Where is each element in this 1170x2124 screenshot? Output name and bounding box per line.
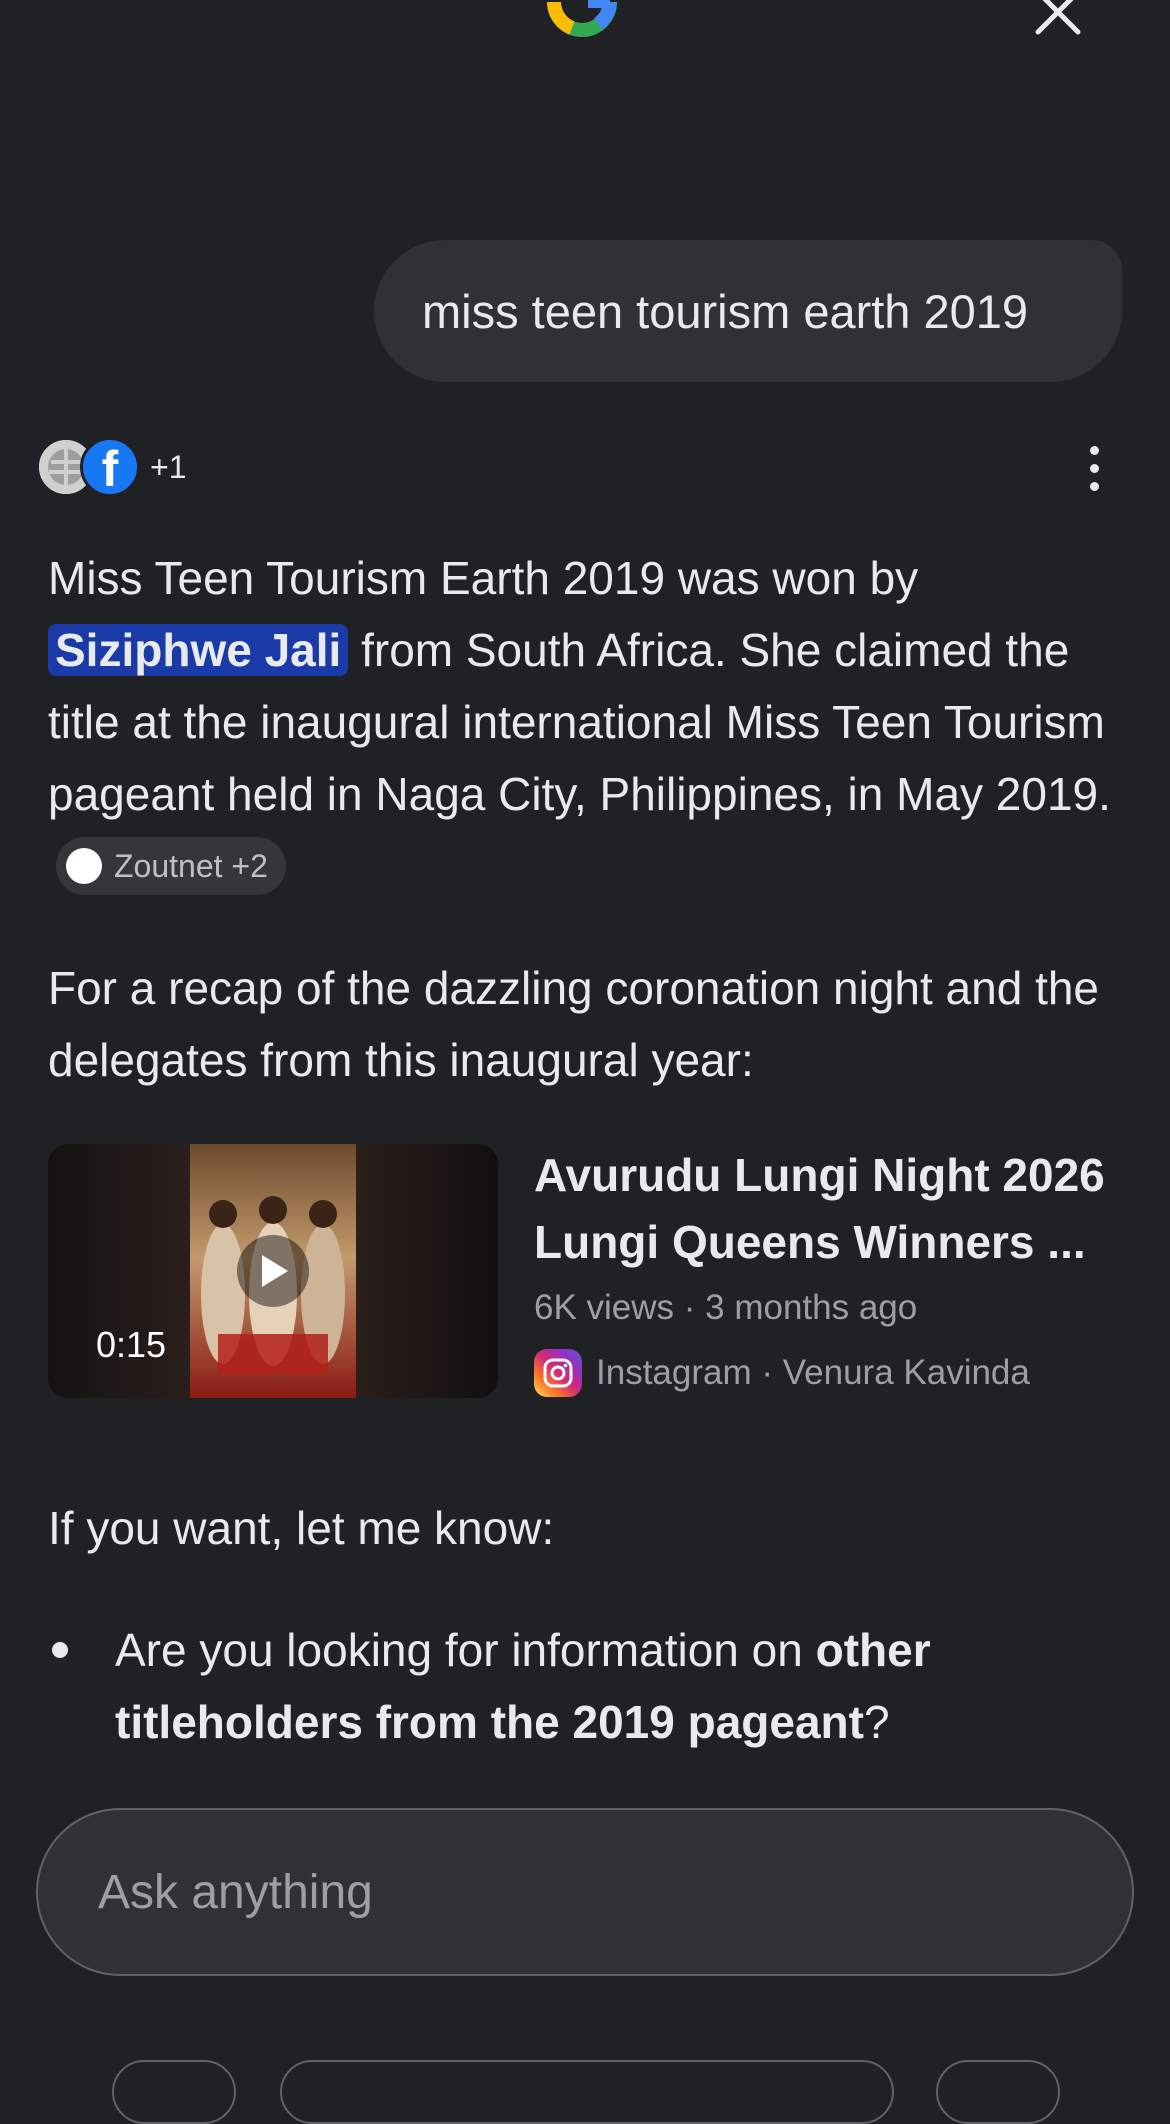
facebook-icon: f [80,437,140,497]
sources-more-count: +1 [150,448,187,485]
bottom-action-pill-center[interactable] [280,2060,894,2124]
video-duration: 0:15 [95,1324,167,1365]
google-logo-icon [532,0,632,56]
highlighted-entity[interactable]: Siziphwe Jali [48,624,349,676]
bottom-action-pill-left[interactable] [112,2060,236,2124]
answer-paragraph-2: For a recap of the dazzling coronation n… [48,962,1100,1086]
video-source-label: Instagram · Venura Kavinda [596,1353,1030,1392]
query-text: miss teen tourism earth 2019 [422,284,1029,338]
citation-chip-label: Zoutnet +2 [114,847,268,884]
bullet-text-tail: ? [863,1696,890,1748]
follow-up-bullet: Are you looking for information on other… [115,1614,1125,1758]
ask-input-placeholder: Ask anything [98,1865,373,1919]
video-meta: 6K views · 3 months ago [534,1288,918,1327]
close-button[interactable] [1028,0,1088,42]
user-query-bubble: miss teen tourism earth 2019 [374,240,1122,382]
source-favicon-icon [66,847,102,884]
sources-row[interactable]: f +1 [36,432,186,502]
bullet-dot-icon [52,1642,68,1658]
bottom-action-pill-right[interactable] [936,2060,1060,2124]
answer-paragraph-3: If you want, let me know: [48,1502,555,1554]
answer-paragraph-1: Miss Teen Tourism Earth 2019 was won by … [48,542,1128,902]
video-source-row: Instagram · Venura Kavinda [534,1348,1030,1398]
close-icon [1035,0,1081,35]
video-title[interactable]: Avurudu Lungi Night 2026 Lungi Queens Wi… [534,1142,1134,1276]
bullet-text-lead: Are you looking for information on [115,1624,816,1676]
answer-text-intro: Miss Teen Tourism Earth 2019 was won by [48,552,919,604]
instagram-icon [534,1349,582,1397]
more-vert-icon [1089,445,1099,455]
ask-anything-input[interactable]: Ask anything [36,1808,1134,1976]
more-options-button[interactable] [1078,438,1110,498]
citation-chip[interactable]: Zoutnet +2 [56,836,286,895]
